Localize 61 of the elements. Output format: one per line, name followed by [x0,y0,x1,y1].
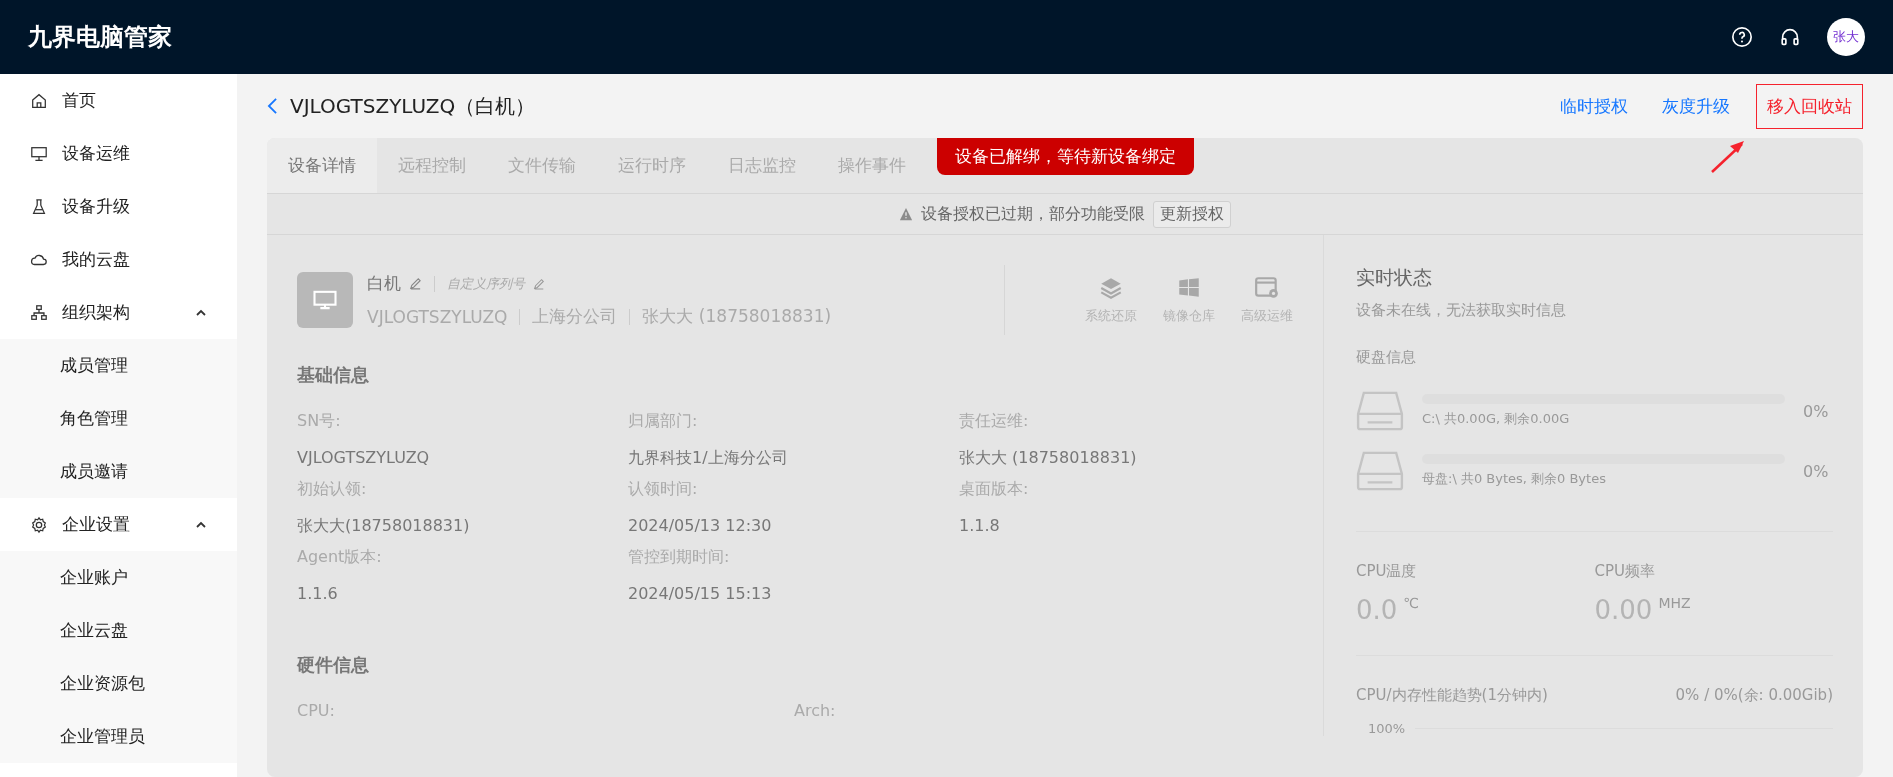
app-title: 九界电脑管家 [28,22,172,53]
panel-title: 实时状态 [1356,265,1433,290]
disk-caption: 母盘:\ 共0 Bytes, 剩余0 Bytes [1422,470,1607,488]
nav-subitem[interactable]: 企业云盘 [0,604,237,657]
section-title: 基础信息 [297,363,370,387]
field-label: 管控到期时间: [628,547,731,568]
field-value: 九界科技1/上海分公司 [628,448,789,469]
nav-item[interactable]: 企业设置 [0,498,237,551]
nav-subitem[interactable]: 成员管理 [0,339,237,392]
warning-text: 设备授权已过期，部分功能受限 [921,203,1145,225]
field-label: SN号: [297,411,342,432]
device-meta: 上海分公司 [532,305,618,328]
renew-button[interactable]: 更新授权 [1153,200,1231,228]
metric-unit: MHZ [1658,595,1691,611]
field-value: 1.1.8 [959,516,1001,535]
disk-percent: 0% [1803,401,1830,421]
field-value: 1.1.6 [297,584,339,603]
page-title: VJLOGTSZYLUZQ（白机） [290,92,536,120]
field-label: Agent版本: [297,547,383,568]
nav-subitem[interactable]: 角色管理 [0,392,237,445]
nav-item[interactable]: 设备升级 [0,180,237,233]
nav-item[interactable]: 首页 [0,74,237,127]
metric-label: CPU温度 [1356,562,1418,581]
field-label: CPU: [297,701,336,720]
nav-item[interactable]: 我的云盘 [0,233,237,286]
action-link[interactable]: 灰度升级 [1654,86,1738,126]
section-title: 硬件信息 [297,653,370,677]
nav-subitem[interactable]: 成员邀请 [0,445,237,498]
nav-item[interactable]: 设备运维 [0,127,237,180]
disk-percent: 0% [1803,461,1830,481]
field-label: 责任运维: [959,411,1030,432]
axis-tick: 100% [1368,721,1406,736]
nav-item[interactable]: 组织架构 [0,286,237,339]
offline-notice: 设备未在线，无法获取实时信息 [1356,301,1567,320]
field-value: 2024/05/13 12:30 [628,516,773,535]
device-meta: VJLOGTSZYLUZQ [367,306,508,327]
metric-unit: ℃ [1403,595,1420,611]
nav-subitem[interactable]: 企业管理员 [0,710,237,763]
action-link[interactable]: 移入回收站 [1756,83,1863,129]
device-meta: 张大大 (18758018831) [642,305,832,328]
user-avatar[interactable]: 张大 [1827,18,1865,56]
chart-title: CPU/内存性能趋势(1分钟内) [1356,686,1548,705]
field-label: 初始认领: [297,479,368,500]
toast-message: 设备已解绑，等待新设备绑定 [937,138,1194,175]
disk-caption: C:\ 共0.00G, 剩余0.00G [1422,410,1571,428]
field-label: 认领时间: [628,479,699,500]
field-value: 2024/05/15 15:13 [628,584,773,603]
nav-subitem[interactable]: 企业资源包 [0,657,237,710]
field-label: 归属部门: [628,411,699,432]
field-value: 张大大 (18758018831) [959,448,1138,469]
field-value: 张大大(18758018831) [297,516,471,537]
device-name: 白机 [367,272,401,295]
nav-subitem[interactable]: 企业账户 [0,551,237,604]
tab[interactable]: 设备详情 [267,138,377,193]
field-value: VJLOGTSZYLUZQ [297,448,431,467]
field-label: Arch: [794,701,837,720]
section-title: 硬盘信息 [1356,348,1417,367]
field-label: 桌面版本: [959,479,1030,500]
action-link[interactable]: 临时授权 [1552,86,1636,126]
metric-label: CPU频率 [1594,562,1656,581]
usage-summary: 0% / 0%(余: 0.00Gib) [1675,686,1833,705]
